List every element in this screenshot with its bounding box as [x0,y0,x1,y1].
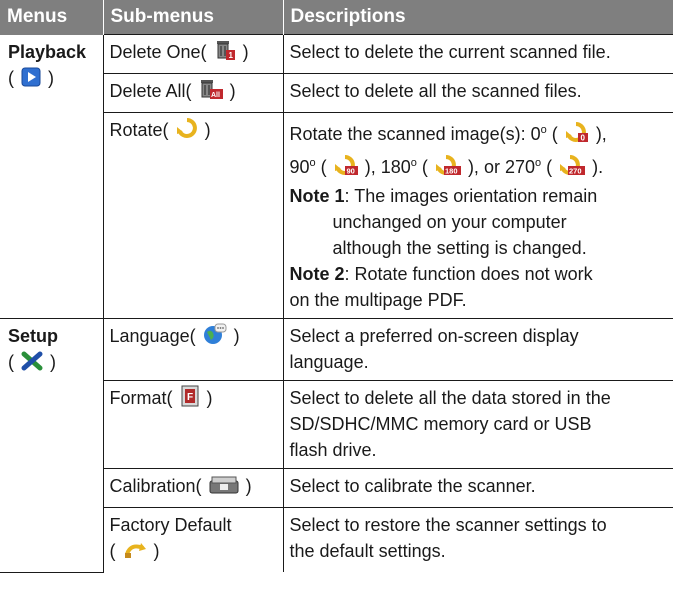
scanner-icon [209,475,239,502]
tools-icon [21,351,43,378]
desc-factory-default: Select to restore the scanner settings t… [282,507,673,572]
table-row: Setup ( ) Language( ) Select a preferred… [0,318,673,573]
header-menus: Menus [0,0,103,35]
sub-menu-rotate: Rotate( ) [102,112,284,319]
sub-menu-delete-one: Delete One( 1 ) [102,34,284,74]
rotate-icon [176,117,198,146]
rotate-180-icon: 180 [435,154,461,183]
svg-text:0: 0 [580,134,585,143]
rotate-90-icon: 90 [334,154,358,183]
note-1-label: Note 1 [289,186,345,206]
svg-text:270: 270 [569,167,582,176]
sub-menu-calibration: Calibration( ) [102,468,284,508]
menu-name-setup: Setup [8,326,59,346]
svg-text:All: All [211,92,220,99]
table-row: Playback ( ) Delete One( 1 ) Select to d… [0,34,673,319]
sub-menu-delete-all: Delete All( All ) [102,73,284,113]
header-descriptions: Descriptions [282,0,673,35]
menu-name-playback: Playback [8,41,87,62]
svg-text:F: F [187,392,193,403]
desc-calibration: Select to calibrate the scanner. [282,468,673,508]
desc-delete-one: Select to delete the current scanned fil… [282,34,673,74]
menu-table: Menus Sub-menus Descriptions Playback ( … [0,0,673,573]
format-icon: F [180,385,200,414]
note-2-label: Note 2 [289,264,345,284]
trash-one-icon: 1 [214,39,236,68]
sub-menu-factory-default: Factory Default ( ) [102,507,284,572]
play-icon [21,67,41,94]
svg-text:90: 90 [346,167,354,176]
globe-icon [203,323,227,352]
trash-all-icon: All [199,78,223,107]
rotate-270-icon: 270 [559,154,586,183]
menu-cell-setup: Setup ( ) [0,318,104,573]
sub-menu-format: Format( F ) [102,380,284,469]
desc-language: Select a preferred on-screen display lan… [282,318,673,381]
svg-text:1: 1 [228,51,233,60]
menu-cell-playback: Playback ( ) [0,34,104,319]
rotate-0-icon: 0 [565,121,589,150]
table-header-row: Menus Sub-menus Descriptions [0,0,673,35]
desc-format: Select to delete all the data stored in … [282,380,673,469]
desc-delete-all: Select to delete all the scanned files. [282,73,673,113]
desc-rotate: Rotate the scanned image(s): 0o ( 0 ), 9… [282,112,673,319]
sub-menu-language: Language( ) [102,318,284,381]
header-sub-menus: Sub-menus [102,0,283,35]
svg-text:180: 180 [445,167,458,176]
reset-icon [123,540,147,567]
